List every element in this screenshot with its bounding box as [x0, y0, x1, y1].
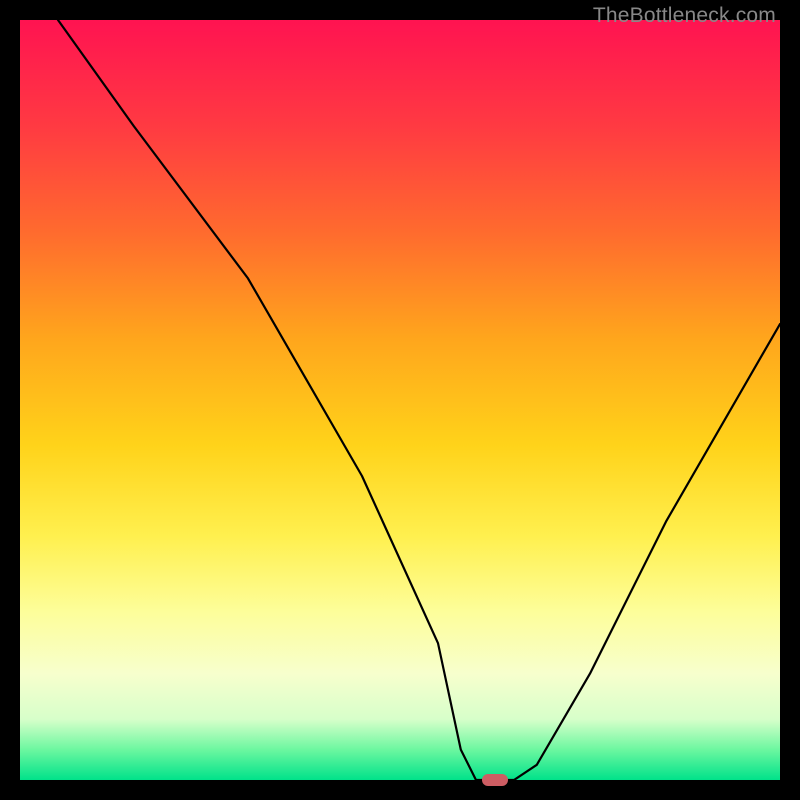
plot-area — [20, 20, 780, 780]
chart-container: TheBottleneck.com — [0, 0, 800, 800]
curve-svg — [20, 20, 780, 780]
bottleneck-curve-path — [58, 20, 780, 780]
watermark-text: TheBottleneck.com — [593, 4, 776, 28]
optimal-marker — [482, 774, 508, 786]
